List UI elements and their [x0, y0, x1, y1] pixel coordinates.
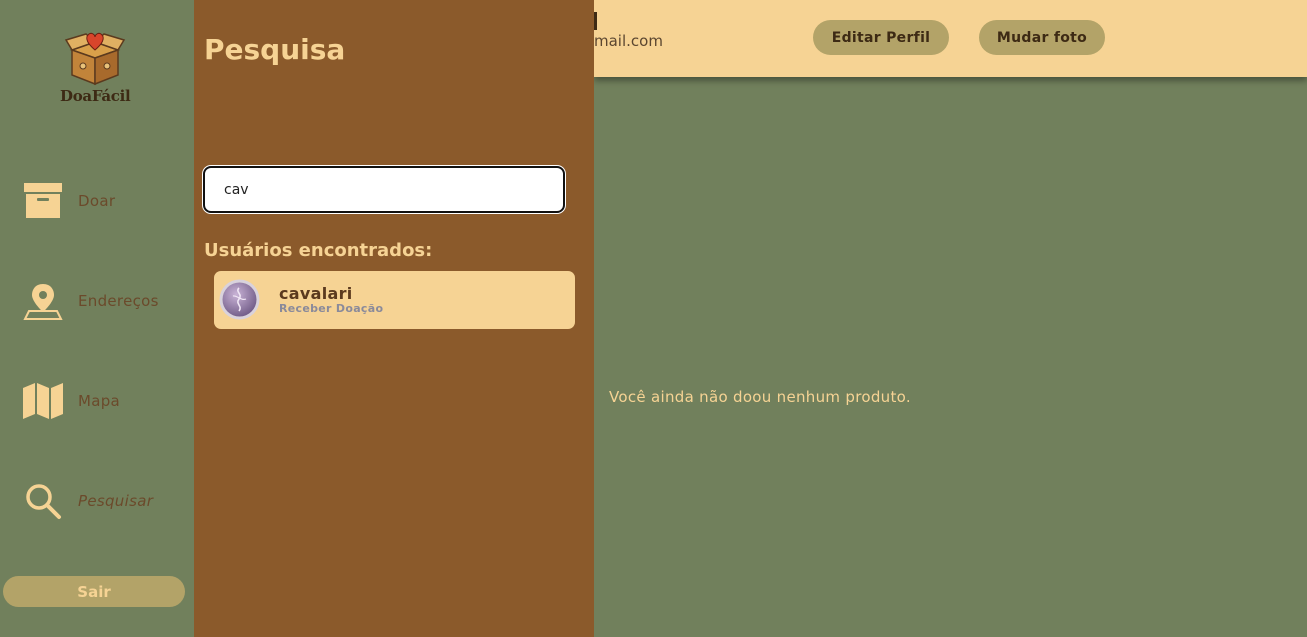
brand-logo[interactable]: DoaFácil	[60, 30, 131, 105]
search-input[interactable]	[203, 166, 565, 213]
search-panel: Pesquisa Usuários encontrados: cavalari …	[194, 0, 594, 637]
panel-title: Pesquisa	[204, 33, 346, 66]
sidebar-item-enderecos[interactable]: Endereços	[20, 276, 190, 326]
edit-profile-button[interactable]: Editar Perfil	[813, 20, 949, 55]
profile-email: mail.com	[594, 32, 663, 50]
search-icon	[20, 479, 65, 524]
brand-name: DoaFácil	[60, 87, 131, 105]
sidebar-item-label: Doar	[78, 192, 116, 210]
sidebar-item-label: Endereços	[78, 292, 159, 310]
sidebar-item-label: Pesquisar	[78, 492, 154, 510]
result-role: Receber Doação	[279, 302, 384, 315]
sidebar: DoaFácil Doar Endereços Mapa Pesquisar S…	[0, 0, 194, 637]
avatar	[219, 279, 260, 320]
sidebar-item-doar[interactable]: Doar	[20, 176, 190, 226]
map-pin-icon	[20, 279, 65, 324]
change-photo-button[interactable]: Mudar foto	[979, 20, 1105, 55]
box-icon	[20, 179, 65, 224]
profile-header: mail.com Editar Perfil Mudar foto	[594, 0, 1307, 77]
user-result-item[interactable]: cavalari Receber Doação	[214, 271, 575, 329]
sidebar-item-pesquisar[interactable]: Pesquisar	[20, 476, 190, 526]
sidebar-item-label: Mapa	[78, 392, 121, 410]
donation-box-logo-icon	[64, 32, 126, 86]
logout-button[interactable]: Sair	[3, 576, 185, 607]
results-heading: Usuários encontrados:	[204, 240, 433, 261]
sidebar-item-mapa[interactable]: Mapa	[20, 376, 190, 426]
profile-name-fragment	[594, 12, 597, 30]
folded-map-icon	[20, 379, 65, 424]
empty-donations-message: Você ainda não doou nenhum produto.	[609, 388, 911, 406]
result-username: cavalari	[279, 284, 353, 303]
